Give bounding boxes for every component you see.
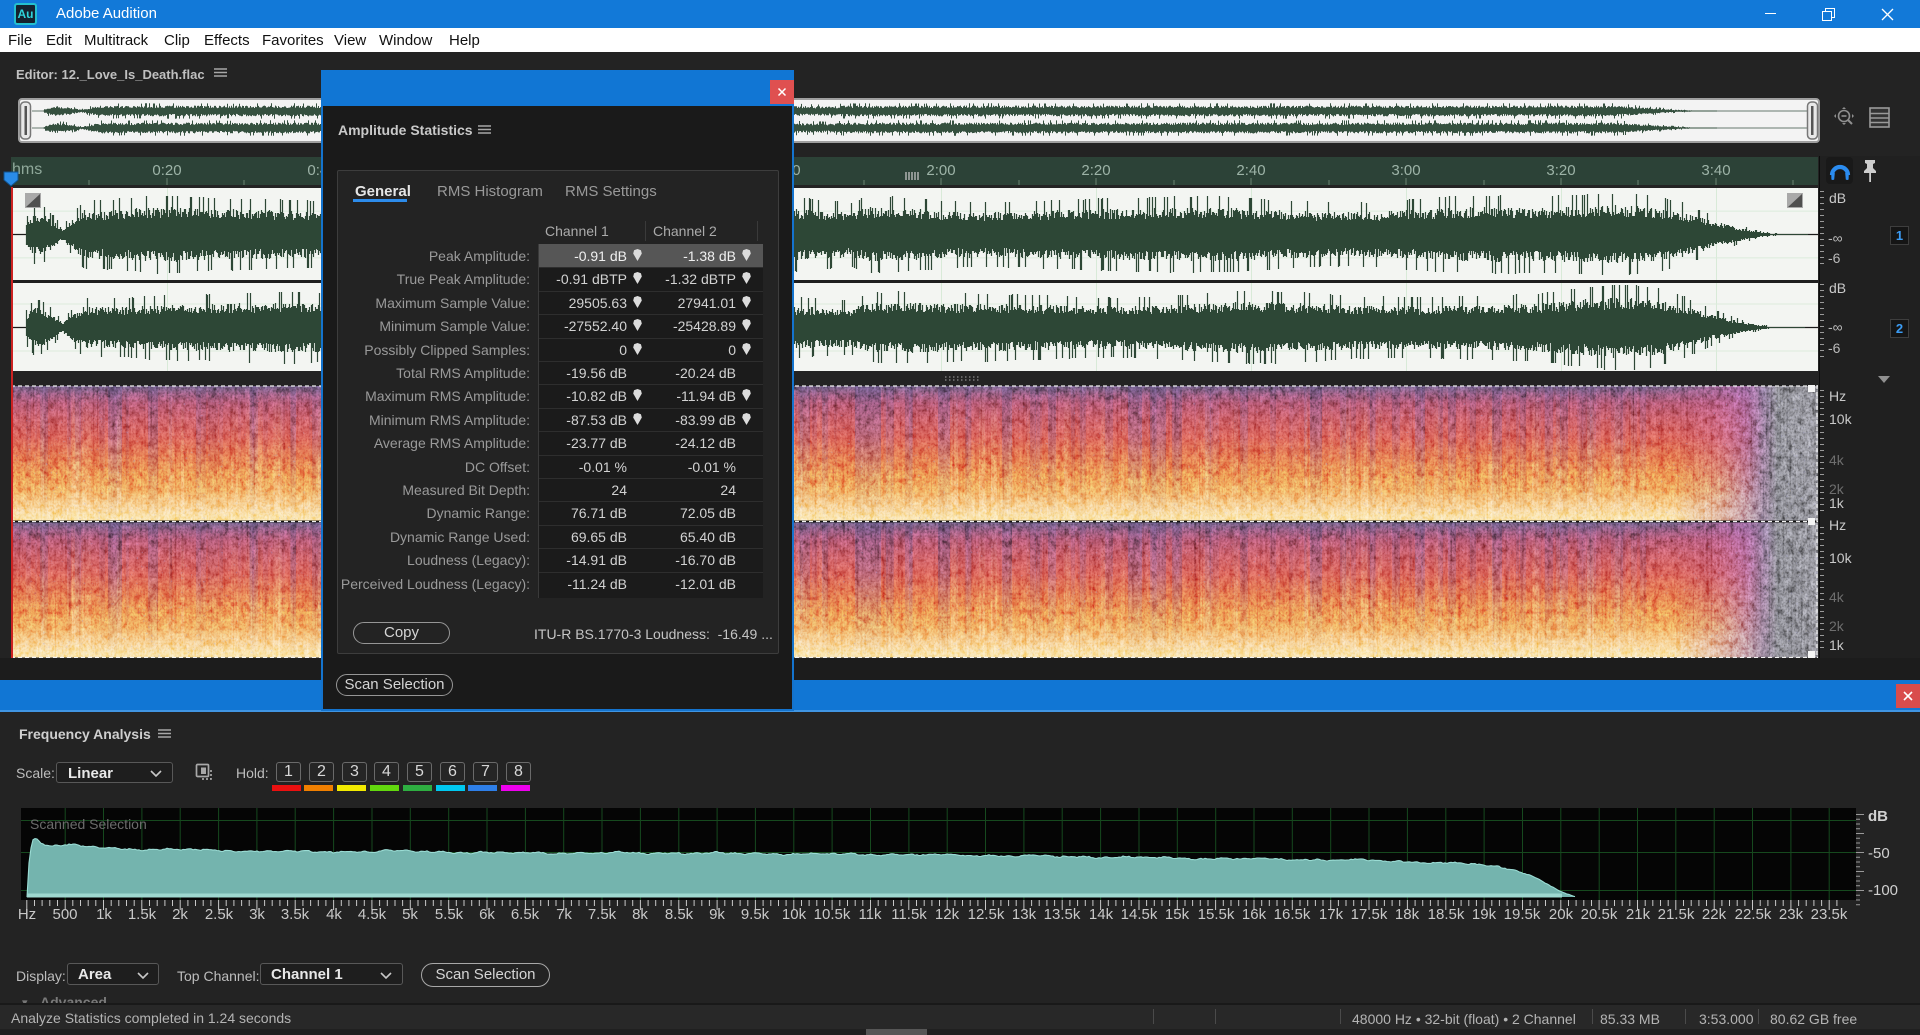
svg-text:18k: 18k xyxy=(1395,906,1420,923)
svg-text:13.5k: 13.5k xyxy=(1044,906,1081,923)
svg-text:Hz: Hz xyxy=(18,906,36,923)
svg-text:6.5k: 6.5k xyxy=(511,906,540,923)
svg-text:3k: 3k xyxy=(249,906,265,923)
svg-text:14.5k: 14.5k xyxy=(1121,906,1158,923)
svg-text:9k: 9k xyxy=(709,906,725,923)
svg-text:9.5k: 9.5k xyxy=(741,906,770,923)
svg-text:15k: 15k xyxy=(1165,906,1190,923)
svg-text:12k: 12k xyxy=(935,906,960,923)
svg-text:7.5k: 7.5k xyxy=(588,906,617,923)
svg-text:3:40: 3:40 xyxy=(1701,162,1730,179)
svg-text:11k: 11k xyxy=(858,906,882,923)
svg-text:11.5k: 11.5k xyxy=(891,906,927,923)
svg-text:23k: 23k xyxy=(1779,906,1804,923)
svg-text:13k: 13k xyxy=(1012,906,1037,923)
svg-text:18.5k: 18.5k xyxy=(1428,906,1465,923)
svg-text:-100: -100 xyxy=(1868,882,1898,899)
svg-text:3:00: 3:00 xyxy=(1391,162,1420,179)
svg-text:8k: 8k xyxy=(632,906,648,923)
svg-text:23.5k: 23.5k xyxy=(1811,906,1848,923)
svg-text:14k: 14k xyxy=(1089,906,1114,923)
svg-text:2:20: 2:20 xyxy=(1081,162,1110,179)
svg-text:20k: 20k xyxy=(1549,906,1574,923)
svg-text:4k: 4k xyxy=(326,906,342,923)
svg-text:20.5k: 20.5k xyxy=(1581,906,1618,923)
svg-text:10k: 10k xyxy=(782,906,807,923)
svg-text:10.5k: 10.5k xyxy=(814,906,851,923)
svg-text:6k: 6k xyxy=(479,906,495,923)
svg-text:21.5k: 21.5k xyxy=(1658,906,1695,923)
svg-text:5.5k: 5.5k xyxy=(435,906,464,923)
svg-text:2.5k: 2.5k xyxy=(205,906,234,923)
svg-text:3.5k: 3.5k xyxy=(281,906,310,923)
svg-text:dB: dB xyxy=(1868,808,1888,825)
svg-text:5k: 5k xyxy=(402,906,418,923)
svg-text:Scanned Selection: Scanned Selection xyxy=(30,816,147,832)
svg-text:2:00: 2:00 xyxy=(926,162,955,179)
svg-text:4.5k: 4.5k xyxy=(358,906,387,923)
svg-text:16.5k: 16.5k xyxy=(1274,906,1311,923)
svg-text:1k: 1k xyxy=(96,906,112,923)
svg-text:7k: 7k xyxy=(556,906,572,923)
svg-text:500: 500 xyxy=(52,906,77,923)
svg-text:22k: 22k xyxy=(1702,906,1727,923)
svg-text:0:20: 0:20 xyxy=(152,162,181,179)
svg-text:3:20: 3:20 xyxy=(1546,162,1575,179)
svg-text:2k: 2k xyxy=(172,906,188,923)
svg-text:15.5k: 15.5k xyxy=(1198,906,1235,923)
svg-text:19.5k: 19.5k xyxy=(1504,906,1541,923)
svg-text:21k: 21k xyxy=(1626,906,1651,923)
svg-text:17k: 17k xyxy=(1319,906,1344,923)
svg-text:12.5k: 12.5k xyxy=(968,906,1005,923)
svg-text:17.5k: 17.5k xyxy=(1351,906,1388,923)
svg-text:8.5k: 8.5k xyxy=(665,906,694,923)
svg-text:1.5k: 1.5k xyxy=(128,906,157,923)
svg-text:19k: 19k xyxy=(1472,906,1497,923)
svg-text:22.5k: 22.5k xyxy=(1735,906,1772,923)
svg-text:2:40: 2:40 xyxy=(1236,162,1265,179)
svg-text:16k: 16k xyxy=(1242,906,1267,923)
svg-text:-50: -50 xyxy=(1868,845,1890,862)
